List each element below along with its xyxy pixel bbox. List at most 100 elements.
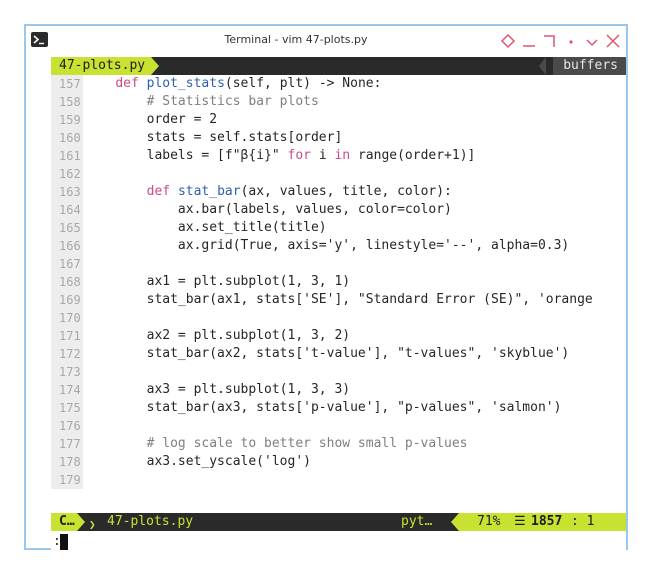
code-line[interactable]: 163 def stat_bar(ax, values, title, colo… bbox=[51, 183, 626, 201]
code-line[interactable]: 166 ax.grid(True, axis='y', linestyle='-… bbox=[51, 237, 626, 255]
buffers-label: buffers bbox=[553, 57, 626, 75]
mode-separator-arrow bbox=[77, 513, 85, 531]
line-number-gutter: 175 bbox=[51, 399, 83, 417]
code-line[interactable]: 170 bbox=[51, 309, 626, 327]
code-token: stat_bar(ax2, stats['t-value'], "t-value… bbox=[84, 346, 570, 361]
line-number: 1857 bbox=[531, 514, 563, 529]
line-number-gutter: 173 bbox=[51, 363, 83, 381]
status-filename: 47-plots.py bbox=[107, 514, 194, 529]
code-text: ax3 = plt.subplot(1, 3, 3) bbox=[84, 381, 351, 399]
code-line[interactable]: 175 stat_bar(ax3, stats['p-value'], "p-v… bbox=[51, 399, 626, 417]
line-number-gutter: 160 bbox=[51, 129, 83, 147]
code-line[interactable]: 179 bbox=[51, 471, 626, 489]
code-token: # log scale to better show small p-value… bbox=[84, 436, 468, 451]
line-number-gutter: 162 bbox=[51, 165, 83, 183]
code-token: ax1 = plt.subplot(1, 3, 1) bbox=[84, 274, 351, 289]
dot-icon[interactable] bbox=[562, 32, 580, 50]
gutter-number: 165 bbox=[59, 221, 81, 235]
cursor-position: 71% ☰ 1857 : 1 bbox=[459, 513, 626, 531]
code-text: # Statistics bar plots bbox=[84, 93, 319, 111]
code-line[interactable]: 161 labels = [f"β{i}" for i in range(ord… bbox=[51, 147, 626, 165]
code-text: def plot_stats(self, plt) -> None: bbox=[84, 75, 381, 93]
code-line[interactable]: 162 bbox=[51, 165, 626, 183]
gutter-number: 177 bbox=[59, 437, 81, 451]
code-line[interactable]: 157 def plot_stats(self, plt) -> None: bbox=[51, 75, 626, 93]
line-number-gutter: 163 bbox=[51, 183, 83, 201]
code-token: β{i} bbox=[240, 148, 272, 163]
line-number-gutter: 164 bbox=[51, 201, 83, 219]
code-line[interactable]: 164 ax.bar(labels, values, color=color) bbox=[51, 201, 626, 219]
code-line[interactable]: 165 ax.set_title(title) bbox=[51, 219, 626, 237]
gutter-number: 160 bbox=[59, 131, 81, 145]
code-token: in bbox=[334, 148, 351, 163]
code-line[interactable]: 176 bbox=[51, 417, 626, 435]
window-controls bbox=[499, 32, 622, 50]
gutter-number: 168 bbox=[59, 275, 81, 289]
gutter-number: 163 bbox=[59, 185, 81, 199]
code-line[interactable]: 178 ax3.set_yscale('log') bbox=[51, 453, 626, 471]
window-title: Terminal - vim 47-plots.py bbox=[224, 33, 368, 46]
tab-active-file[interactable]: 47-plots.py bbox=[51, 57, 152, 75]
mode-indicator: C… bbox=[51, 513, 77, 531]
command-line[interactable]: : bbox=[51, 533, 626, 550]
code-token: ax3 = plt.subplot(1, 3, 3) bbox=[84, 382, 351, 397]
lines-icon: ☰ bbox=[514, 514, 526, 529]
code-text: stats = self.stats[order] bbox=[84, 129, 343, 147]
code-text: ax.bar(labels, values, color=color) bbox=[84, 201, 452, 219]
code-token: range(order+1)] bbox=[350, 148, 476, 163]
chevron-right-icon: ❯ bbox=[89, 518, 96, 531]
line-number-gutter: 172 bbox=[51, 345, 83, 363]
code-text: order = 2 bbox=[84, 111, 217, 129]
buffers-separator-arrow bbox=[539, 57, 546, 75]
code-token: " bbox=[271, 148, 288, 163]
gutter-number: 166 bbox=[59, 239, 81, 253]
gutter-number: 179 bbox=[59, 473, 81, 487]
code-token: stats = self.stats[order] bbox=[84, 130, 343, 145]
code-token: ax.grid(True, axis='y', linestyle='--', … bbox=[84, 238, 570, 253]
code-token: ax.bar(labels, values, color=color) bbox=[84, 202, 452, 217]
code-line[interactable]: 169 stat_bar(ax1, stats['SE'], "Standard… bbox=[51, 291, 626, 309]
code-line[interactable]: 173 bbox=[51, 363, 626, 381]
gutter-number: 175 bbox=[59, 401, 81, 415]
code-line[interactable]: 177 # log scale to better show small p-v… bbox=[51, 435, 626, 453]
code-line[interactable]: 168 ax1 = plt.subplot(1, 3, 1) bbox=[51, 273, 626, 291]
code-line[interactable]: 172 stat_bar(ax2, stats['t-value'], "t-v… bbox=[51, 345, 626, 363]
close-icon[interactable] bbox=[604, 32, 622, 50]
gutter-number: 172 bbox=[59, 347, 81, 361]
gutter-number: 161 bbox=[59, 149, 81, 163]
gutter-number: 167 bbox=[59, 257, 81, 271]
code-line[interactable]: 159 order = 2 bbox=[51, 111, 626, 129]
line-number-gutter: 169 bbox=[51, 291, 83, 309]
line-number-gutter: 179 bbox=[51, 471, 83, 489]
code-text: ax3.set_yscale('log') bbox=[84, 453, 311, 471]
line-number-gutter: 178 bbox=[51, 453, 83, 471]
gutter-number: 169 bbox=[59, 293, 81, 307]
line-number-gutter: 161 bbox=[51, 147, 83, 165]
code-token: order = 2 bbox=[84, 112, 218, 127]
code-line[interactable]: 171 ax2 = plt.subplot(1, 3, 2) bbox=[51, 327, 626, 345]
gutter-number: 162 bbox=[59, 167, 81, 181]
maximize-icon[interactable] bbox=[541, 32, 559, 50]
code-line[interactable]: 160 stats = self.stats[order] bbox=[51, 129, 626, 147]
code-line[interactable]: 167 bbox=[51, 255, 626, 273]
code-line[interactable]: 174 ax3 = plt.subplot(1, 3, 3) bbox=[51, 381, 626, 399]
code-text: ax.grid(True, axis='y', linestyle='--', … bbox=[84, 237, 569, 255]
line-number-gutter: 168 bbox=[51, 273, 83, 291]
minimize-icon[interactable] bbox=[520, 32, 538, 50]
code-line[interactable]: 158 # Statistics bar plots bbox=[51, 93, 626, 111]
chevron-down-icon[interactable] bbox=[583, 32, 601, 50]
line-number-gutter: 170 bbox=[51, 309, 83, 327]
vim-terminal[interactable]: 47-plots.py buffers 157 def plot_stats(s… bbox=[51, 57, 626, 550]
diamond-icon[interactable] bbox=[499, 32, 517, 50]
code-area[interactable]: 157 def plot_stats(self, plt) -> None: 15… bbox=[51, 75, 626, 489]
code-token: for bbox=[287, 148, 311, 163]
code-text: def stat_bar(ax, values, title, color): bbox=[84, 183, 452, 201]
code-text: labels = [f"β{i}" for i in range(order+1… bbox=[84, 147, 476, 165]
code-token: # Statistics bar plots bbox=[84, 94, 319, 109]
title-bar: Terminal - vim 47-plots.py bbox=[26, 26, 626, 57]
gutter-number: 176 bbox=[59, 419, 81, 433]
line-number-gutter: 157 bbox=[51, 75, 83, 93]
terminal-window: Terminal - vim 47-plots.py 47-plots.py b… bbox=[24, 24, 628, 550]
